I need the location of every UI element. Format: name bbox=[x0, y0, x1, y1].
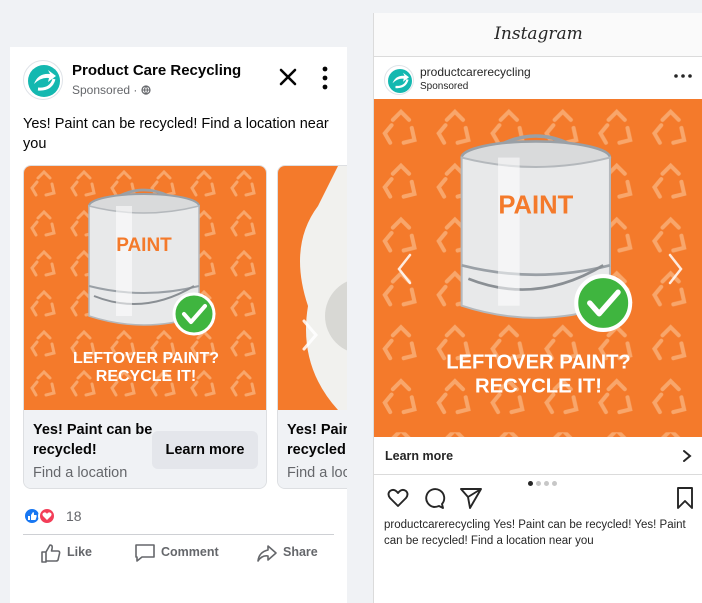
learn-more-link[interactable]: Learn more bbox=[385, 449, 453, 463]
instagram-profile-avatar[interactable] bbox=[384, 65, 414, 95]
carousel-card-image[interactable] bbox=[278, 166, 347, 410]
instagram-sponsored-label: Sponsored bbox=[420, 81, 469, 92]
facebook-sponsored-label: Sponsored · bbox=[72, 83, 151, 97]
instagram-carousel-image[interactable]: PAINT LEFTOVER PAINT? RECYCLE IT! bbox=[374, 99, 702, 437]
carousel-card-description: Find a location bbox=[33, 465, 128, 481]
love-reaction-icon bbox=[38, 507, 56, 525]
creative-headline-line1: LEFTOVER PAINT? bbox=[446, 351, 631, 373]
comment-button[interactable]: Comment bbox=[134, 539, 234, 569]
creative-headline-line2: RECYCLE IT! bbox=[475, 376, 602, 398]
instagram-ad-preview: Instagram productcarerecycling Sponsored… bbox=[373, 13, 702, 603]
send-icon[interactable] bbox=[459, 486, 483, 510]
globe-icon bbox=[141, 85, 151, 95]
facebook-post-text: Yes! Paint can be recycled! Find a locat… bbox=[23, 116, 329, 152]
more-options-icon[interactable] bbox=[672, 71, 694, 81]
heart-icon[interactable] bbox=[386, 486, 410, 510]
carousel-card-image[interactable]: PAINT LEFTOVER PAINT? RECYCLE IT! bbox=[24, 166, 267, 410]
bookmark-icon[interactable] bbox=[673, 486, 697, 510]
like-button[interactable]: Like bbox=[40, 539, 120, 569]
carousel-indicator bbox=[528, 481, 578, 487]
facebook-page-name[interactable]: Product Care Recycling bbox=[72, 62, 241, 79]
learn-more-button[interactable]: Learn more bbox=[152, 431, 258, 469]
carousel-dot bbox=[536, 481, 541, 486]
chevron-left-icon[interactable] bbox=[394, 251, 416, 287]
share-button[interactable]: Share bbox=[256, 539, 336, 569]
carousel-card-caption: Yes! Paint can be recycled! Find a locat… bbox=[24, 410, 266, 488]
facebook-carousel[interactable]: PAINT LEFTOVER PAINT? RECYCLE IT! Yes! P… bbox=[23, 165, 347, 489]
facebook-ad-preview: Product Care Recycling Sponsored · Yes! … bbox=[10, 47, 347, 603]
divider bbox=[23, 534, 334, 535]
share-label: Share bbox=[283, 545, 318, 559]
carousel-card-headline: Yes! Paint can be recycled! bbox=[33, 422, 153, 458]
comment-icon[interactable] bbox=[422, 486, 446, 510]
instagram-top-bar: Instagram bbox=[374, 13, 702, 57]
reaction-summary[interactable]: 18 bbox=[23, 507, 143, 527]
chevron-right-icon[interactable] bbox=[680, 449, 694, 463]
facebook-post-header: Product Care Recycling Sponsored · bbox=[10, 47, 347, 107]
instagram-logo: Instagram bbox=[494, 24, 583, 44]
ad-preview-stage: Product Care Recycling Sponsored · Yes! … bbox=[0, 0, 702, 603]
instagram-username[interactable]: productcarerecycling bbox=[420, 65, 531, 79]
thumbs-up-icon bbox=[41, 544, 61, 563]
instagram-caption: productcarerecycling Yes! Paint can be r… bbox=[384, 517, 699, 549]
creative-headline-line1: LEFTOVER PAINT? bbox=[73, 350, 219, 367]
reaction-count: 18 bbox=[66, 508, 82, 524]
caption-username[interactable]: productcarerecycling bbox=[384, 519, 490, 531]
more-options-icon[interactable] bbox=[318, 65, 332, 91]
sponsored-text: Sponsored · bbox=[72, 83, 141, 97]
can-label: PAINT bbox=[116, 235, 172, 256]
carousel-card-description: Find a location bbox=[287, 465, 347, 481]
carousel-card-headline: Yes! Paint can be recycled! bbox=[287, 422, 347, 458]
creative-headline-line2: RECYCLE IT! bbox=[96, 368, 196, 385]
close-icon[interactable] bbox=[276, 65, 300, 89]
carousel-card-caption: Yes! Paint can be recycled! Find a locat… bbox=[278, 410, 347, 488]
chevron-right-icon[interactable] bbox=[664, 251, 686, 287]
like-label: Like bbox=[67, 545, 93, 559]
carousel-dot bbox=[528, 481, 533, 486]
facebook-page-avatar[interactable] bbox=[23, 60, 63, 100]
instagram-cta-bar[interactable]: Learn more bbox=[374, 437, 702, 475]
comment-label: Comment bbox=[161, 545, 219, 559]
chevron-right-icon[interactable] bbox=[298, 315, 322, 355]
can-label: PAINT bbox=[498, 191, 573, 219]
carousel-dot bbox=[552, 481, 557, 486]
carousel-card-1[interactable]: PAINT LEFTOVER PAINT? RECYCLE IT! Yes! P… bbox=[23, 165, 267, 489]
carousel-dot bbox=[544, 481, 549, 486]
share-icon bbox=[257, 545, 277, 562]
comment-icon bbox=[135, 544, 155, 562]
